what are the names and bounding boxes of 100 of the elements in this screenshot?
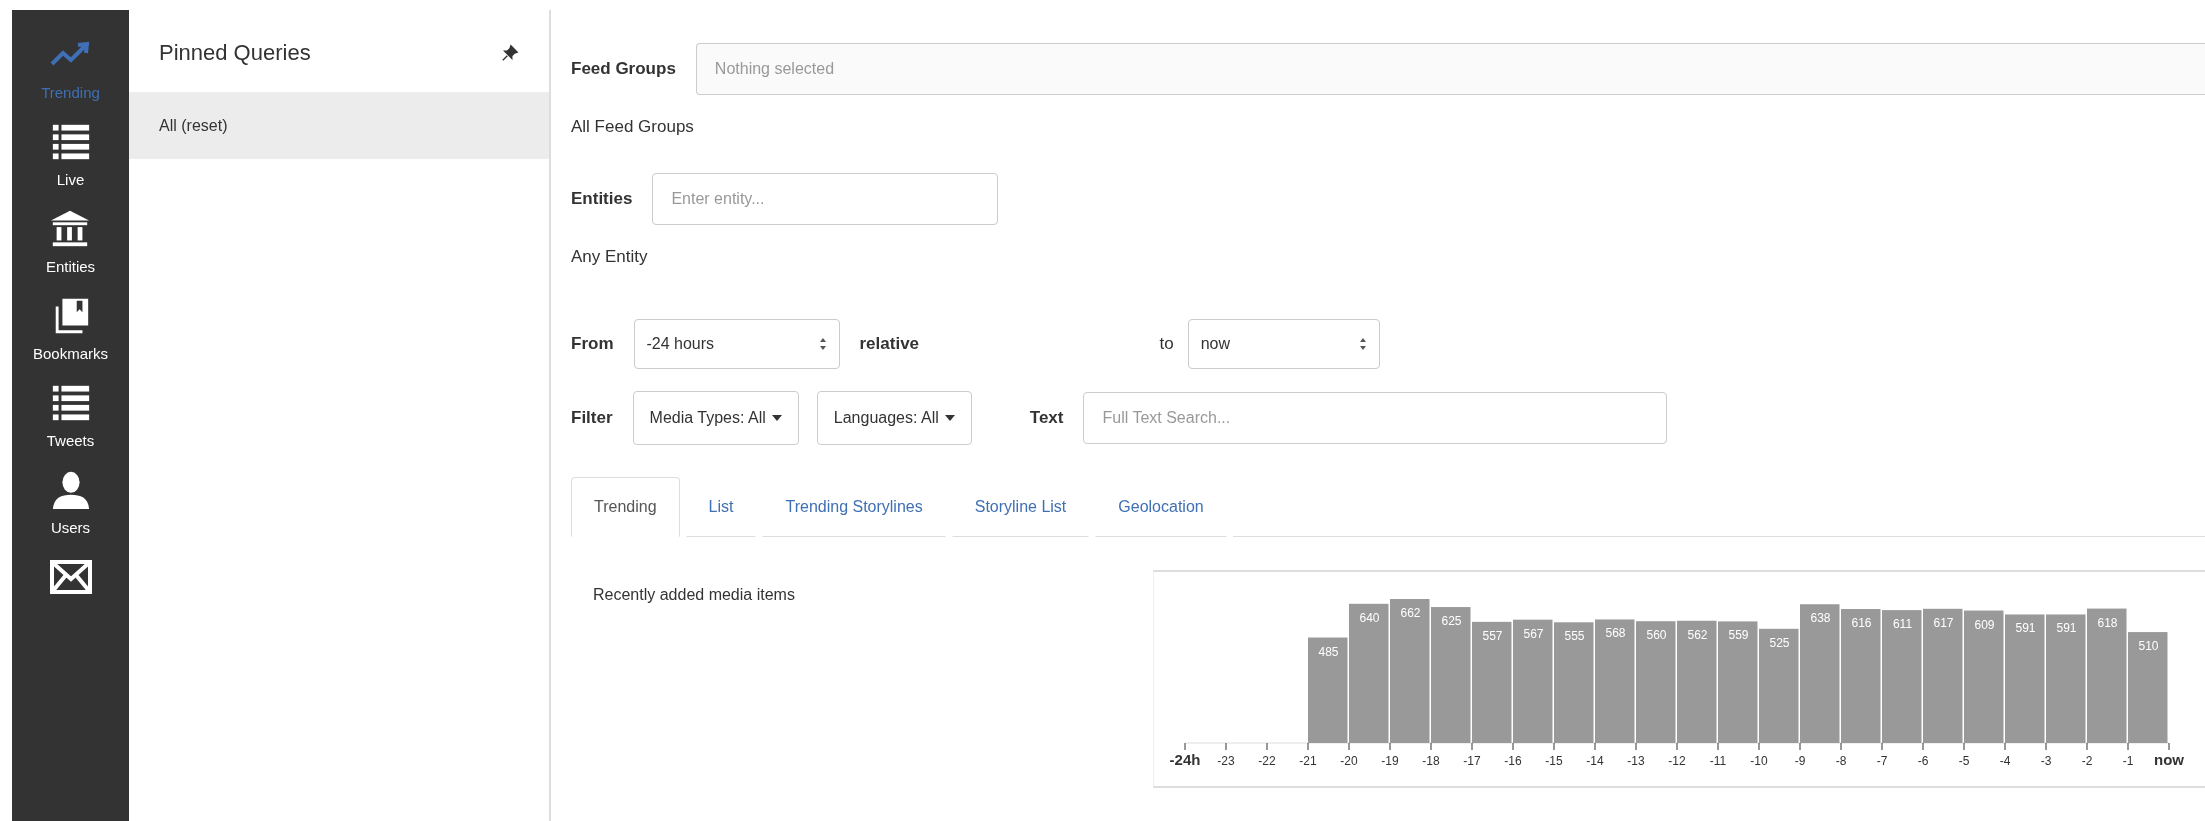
tick-label: -21 (1299, 754, 1317, 768)
caret-icon (944, 415, 955, 421)
bar-value-label: 638 (1810, 611, 1831, 626)
bar-value-label: 618 (2097, 615, 2118, 630)
pin-icon[interactable] (501, 44, 519, 62)
tick-label: -1 (2122, 754, 2134, 768)
tick-label: -24h (1169, 751, 1201, 768)
tick-label: -2 (2081, 754, 2093, 768)
tick-label: -5 (1958, 754, 1970, 768)
tick-mark (2168, 742, 2170, 751)
tick-label: -22 (1258, 754, 1276, 768)
tick-mark (1266, 742, 1268, 751)
bar-value-label: 662 (1400, 606, 1421, 620)
bar-value-label: 559 (1728, 628, 1749, 643)
bar-value-label: 625 (1441, 614, 1462, 629)
field-label: Filter (571, 408, 613, 428)
bar-value-label: 525 (1769, 635, 1790, 650)
tick-mark (1881, 742, 1883, 751)
pinned-query-item[interactable]: All (reset) (129, 93, 549, 159)
tick-label: -3 (2040, 754, 2052, 768)
nav-item[interactable]: Live (48, 121, 93, 188)
from-select[interactable]: -24 hours (633, 319, 840, 369)
bar-value-label: 611 (1892, 617, 1913, 632)
tick-mark (1430, 742, 1432, 751)
bar-value-label: 640 (1359, 610, 1380, 625)
tick-mark (1471, 742, 1473, 751)
tick-label: -10 (1750, 754, 1768, 768)
bar-value-label: 591 (2056, 621, 2077, 636)
tick-mark (2004, 742, 2006, 751)
tick-label: -16 (1504, 754, 1522, 768)
tick-label: -20 (1340, 754, 1358, 768)
feed-groups-field[interactable]: Nothing selected (695, 43, 2205, 95)
updown-icon (818, 337, 827, 351)
tick-mark (1348, 742, 1350, 751)
tab[interactable]: Trending Storylines (762, 477, 946, 537)
tick-label: -8 (1835, 754, 1847, 768)
dropdown-button[interactable]: Languages: All (816, 391, 972, 445)
nav-item[interactable]: Tweets (46, 382, 95, 449)
tick-label: -15 (1545, 754, 1563, 768)
tick-mark (1922, 742, 1924, 751)
tick-mark (1758, 742, 1760, 751)
bar-value-label: 617 (1933, 615, 1954, 630)
text-search-field[interactable]: Full Text Search... (1083, 392, 1668, 444)
tick-label: -7 (1876, 754, 1888, 768)
bar-value-label: 560 (1646, 628, 1667, 643)
tick-label: -9 (1794, 754, 1806, 768)
summary-text: Any Entity (571, 247, 649, 267)
bar-value-label: 616 (1851, 616, 1872, 630)
tick-mark (1389, 742, 1391, 751)
tick-label: -13 (1627, 754, 1645, 768)
entity-field[interactable]: Enter entity... (652, 173, 999, 225)
tick-mark (1184, 742, 1186, 751)
tick-mark (1799, 742, 1801, 751)
tick-mark (2086, 742, 2088, 751)
tick-mark (1635, 742, 1637, 751)
tab[interactable]: Geolocation (1095, 477, 1227, 537)
caret-icon (771, 415, 782, 421)
tick-label: -17 (1463, 754, 1481, 768)
tick-label: -11 (1709, 754, 1727, 768)
tick-label: -14 (1586, 754, 1604, 768)
tick-label: -19 (1381, 754, 1399, 768)
tick-mark (1963, 742, 1965, 751)
field-label: to (1159, 334, 1174, 354)
field-label: Entities (571, 189, 633, 209)
tick-mark (1594, 742, 1596, 751)
tick-mark (2127, 742, 2129, 751)
field-label: relative (859, 334, 921, 354)
panel-title: Pinned Queries (159, 40, 311, 66)
bar-value-label: 567 (1523, 626, 1544, 641)
bar-value-label: 557 (1482, 628, 1503, 643)
nav-item[interactable]: Users (48, 469, 93, 536)
field-label: Text (1029, 408, 1064, 428)
bar-value-label: 485 (1318, 644, 1339, 659)
nav-item[interactable]: Bookmarks (33, 295, 108, 362)
tick-label: now (2154, 751, 2184, 768)
bar-value-label: 510 (2138, 639, 2159, 654)
tick-mark (2045, 742, 2047, 751)
bar-value-label: 555 (1564, 629, 1585, 644)
tab[interactable]: Trending (571, 477, 680, 537)
tab[interactable]: Storyline List (951, 477, 1090, 537)
tab[interactable]: List (685, 477, 757, 537)
tick-mark (1225, 742, 1227, 751)
tick-label: -23 (1217, 754, 1235, 768)
bar-value-label: 568 (1605, 626, 1626, 641)
tick-label: -4 (1999, 754, 2011, 768)
tick-mark (1676, 742, 1678, 751)
tick-label: -18 (1422, 754, 1440, 768)
bar-value-label: 562 (1687, 627, 1708, 642)
tick-mark (1553, 742, 1555, 751)
field-label: Feed Groups (571, 59, 676, 79)
summary-text: All Feed Groups (571, 117, 695, 137)
bar-value-label: 609 (1974, 617, 1995, 632)
tick-mark (1840, 742, 1842, 751)
dropdown-button[interactable]: Media Types: All (632, 391, 799, 445)
nav-item[interactable]: Entities (45, 208, 96, 275)
field-label: From (571, 334, 614, 354)
tick-mark (1307, 742, 1309, 751)
chart-caption: Recently added media items (593, 586, 796, 604)
tick-label: -12 (1668, 754, 1686, 768)
to-select[interactable]: now (1187, 319, 1380, 369)
